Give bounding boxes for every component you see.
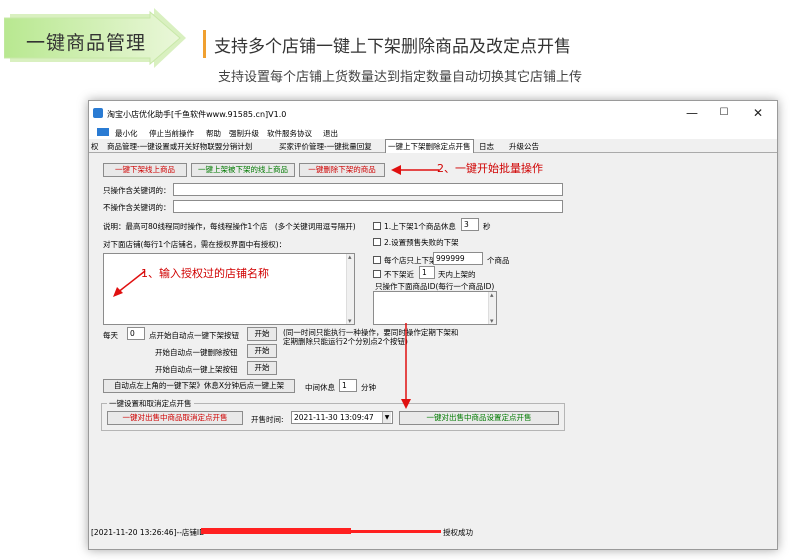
menu-force-upgrade[interactable]: 强制升级	[229, 128, 259, 139]
set-presale-button[interactable]: 一键对出售中商品设置定点开售	[399, 411, 559, 425]
schedule-note: (同一时间只能执行一种操作，要同时操作定期下架和定期删除只能运行2个分别点2个按…	[283, 328, 459, 346]
schedule-relist-label: 开始自动点一键上架按钮	[155, 365, 238, 374]
menu-app-icon	[97, 128, 109, 136]
delist-failed-presale-checkbox[interactable]	[373, 238, 381, 246]
schedule-relist-start-button[interactable]: 开始	[247, 361, 277, 375]
rest-seconds-unit: 秒	[483, 222, 491, 231]
skip-recent-unit: 天内上架的	[438, 270, 476, 279]
product-id-scrollbar[interactable]	[488, 291, 496, 325]
headline: 支持多个店铺一键上下架删除商品及改定点开售	[214, 37, 571, 57]
delist-online-button[interactable]: 一键下架线上商品	[103, 163, 187, 177]
app-icon	[93, 108, 103, 118]
rest-per-item-label: 1.上下架1个商品休息	[384, 222, 456, 231]
app-window: 淘宝小店优化助手[千鱼软件www.91585.cn]V1.0 — ☐ ✕ 最小化…	[88, 100, 778, 550]
thread-note: 说明：最高可80线程同时操作，每线程操作1个店 (多个关键词用逗号隔开)	[103, 222, 356, 231]
headline-accent-bar	[203, 30, 206, 58]
subline: 支持设置每个店铺上货数量达到指定数量自动切换其它店铺上传	[218, 70, 583, 85]
dropdown-arrow-icon[interactable]: ▼	[382, 412, 391, 423]
maximize-button[interactable]: ☐	[713, 105, 735, 121]
exclude-keyword-label: 不操作含关键词的：	[103, 203, 171, 212]
schedule-delist-start-button[interactable]: 开始	[247, 327, 277, 341]
schedule-delist-label: 点开始自动点一键下架按钮	[149, 331, 239, 340]
delist-failed-presale-label: 2.设置预售失败的下架	[384, 238, 459, 247]
menu-help[interactable]: 帮助	[206, 128, 221, 139]
menu-exit[interactable]: 退出	[323, 128, 338, 139]
rest-interval-unit: 分钟	[361, 383, 376, 392]
limit-per-shop-label: 每个店只上下架	[384, 256, 437, 265]
auto-delist-relist-button[interactable]: 自动点左上角的一键下架》休息X分钟后点一键上架	[103, 379, 295, 393]
limit-per-shop-checkbox[interactable]	[373, 256, 381, 264]
tab-log[interactable]: 日志	[479, 141, 494, 152]
product-id-textarea[interactable]	[373, 291, 497, 325]
presale-time-picker[interactable]: 2021-11-30 13:09:47 ▼	[291, 411, 393, 424]
status-bar: [2021-11-20 13:26:46]--店铺ID 授权成功	[89, 525, 777, 537]
tab-bar: 权 商品管理-一键设置或开关好物联盟分销计划 买家评价管理-一键批量回复 一键上…	[89, 139, 777, 153]
limit-per-shop-input[interactable]: 999999	[433, 252, 483, 265]
status-prefix: [2021-11-20 13:26:46]--店铺ID	[91, 528, 205, 537]
minimize-button[interactable]: —	[681, 105, 703, 121]
relist-delisted-button[interactable]: 一键上架被下架的线上商品	[191, 163, 295, 177]
title-bar: 淘宝小店优化助手[千鱼软件www.91585.cn]V1.0 — ☐ ✕	[89, 101, 777, 125]
page: 一键商品管理 支持多个店铺一键上下架删除商品及改定点开售 支持设置每个店铺上货数…	[0, 0, 800, 560]
menu-minimize[interactable]: 最小化	[115, 128, 138, 139]
include-keyword-input[interactable]	[173, 183, 563, 196]
banner-title: 一键商品管理	[26, 32, 147, 54]
skip-recent-label: 不下架近	[384, 270, 414, 279]
tab-auth[interactable]: 权	[91, 141, 99, 152]
menu-bar: 最小化 停止当前操作 帮助 强制升级 软件服务协议 退出	[89, 125, 777, 139]
tab-upgrade-notes[interactable]: 升级公告	[509, 141, 539, 152]
daily-label: 每天	[103, 331, 118, 340]
status-suffix: 授权成功	[443, 528, 473, 537]
exclude-keyword-input[interactable]	[173, 200, 563, 213]
rest-seconds-input[interactable]: 3	[461, 218, 479, 231]
schedule-delete-label: 开始自动点一键删除按钮	[155, 348, 238, 357]
rest-per-item-checkbox[interactable]	[373, 222, 381, 230]
rest-interval-label: 中间休息	[305, 383, 335, 392]
limit-per-shop-unit: 个商品	[487, 256, 510, 265]
tab-batch-listing[interactable]: 一键上下架删除定点开售	[385, 139, 474, 153]
arrow-left-icon	[391, 165, 439, 175]
daily-hour-input[interactable]: 0	[127, 327, 145, 340]
status-redacted-id	[201, 528, 351, 534]
cancel-presale-button[interactable]: 一键对出售中商品取消定点开售	[107, 411, 243, 425]
skip-recent-checkbox[interactable]	[373, 270, 381, 278]
menu-service-agreement[interactable]: 软件服务协议	[267, 128, 312, 139]
tab-buyer-reviews[interactable]: 买家评价管理-一键批量回复	[279, 141, 372, 152]
annotation-step1: 1、输入授权过的店铺名称	[141, 267, 269, 280]
include-keyword-label: 只操作含关键词的：	[103, 186, 171, 195]
presale-time-label: 开售时间:	[251, 415, 284, 424]
close-button[interactable]: ✕	[747, 105, 769, 121]
status-redacted-name	[351, 530, 441, 533]
schedule-delete-start-button[interactable]: 开始	[247, 344, 277, 358]
rest-interval-input[interactable]: 1	[339, 379, 357, 392]
tab-product-management[interactable]: 商品管理-一键设置或开关好物联盟分销计划	[107, 141, 252, 152]
presale-time-value: 2021-11-30 13:09:47	[294, 413, 374, 422]
delete-delisted-button[interactable]: 一键删除下架的商品	[299, 163, 385, 177]
window-title: 淘宝小店优化助手[千鱼软件www.91585.cn]V1.0	[107, 110, 287, 119]
shop-list-label: 对下面店铺(每行1个店铺名，需在授权界面中有授权)：	[103, 240, 287, 249]
menu-stop[interactable]: 停止当前操作	[149, 128, 194, 139]
annotation-step2: 2、一键开始批量操作	[437, 162, 543, 175]
presale-group-title: 一键设置和取消定点开售	[107, 398, 194, 409]
shop-list-scrollbar[interactable]	[346, 253, 354, 325]
arrow-down-icon	[401, 323, 411, 409]
skip-recent-days-input[interactable]: 1	[419, 266, 435, 279]
banner: 一键商品管理	[4, 8, 188, 68]
